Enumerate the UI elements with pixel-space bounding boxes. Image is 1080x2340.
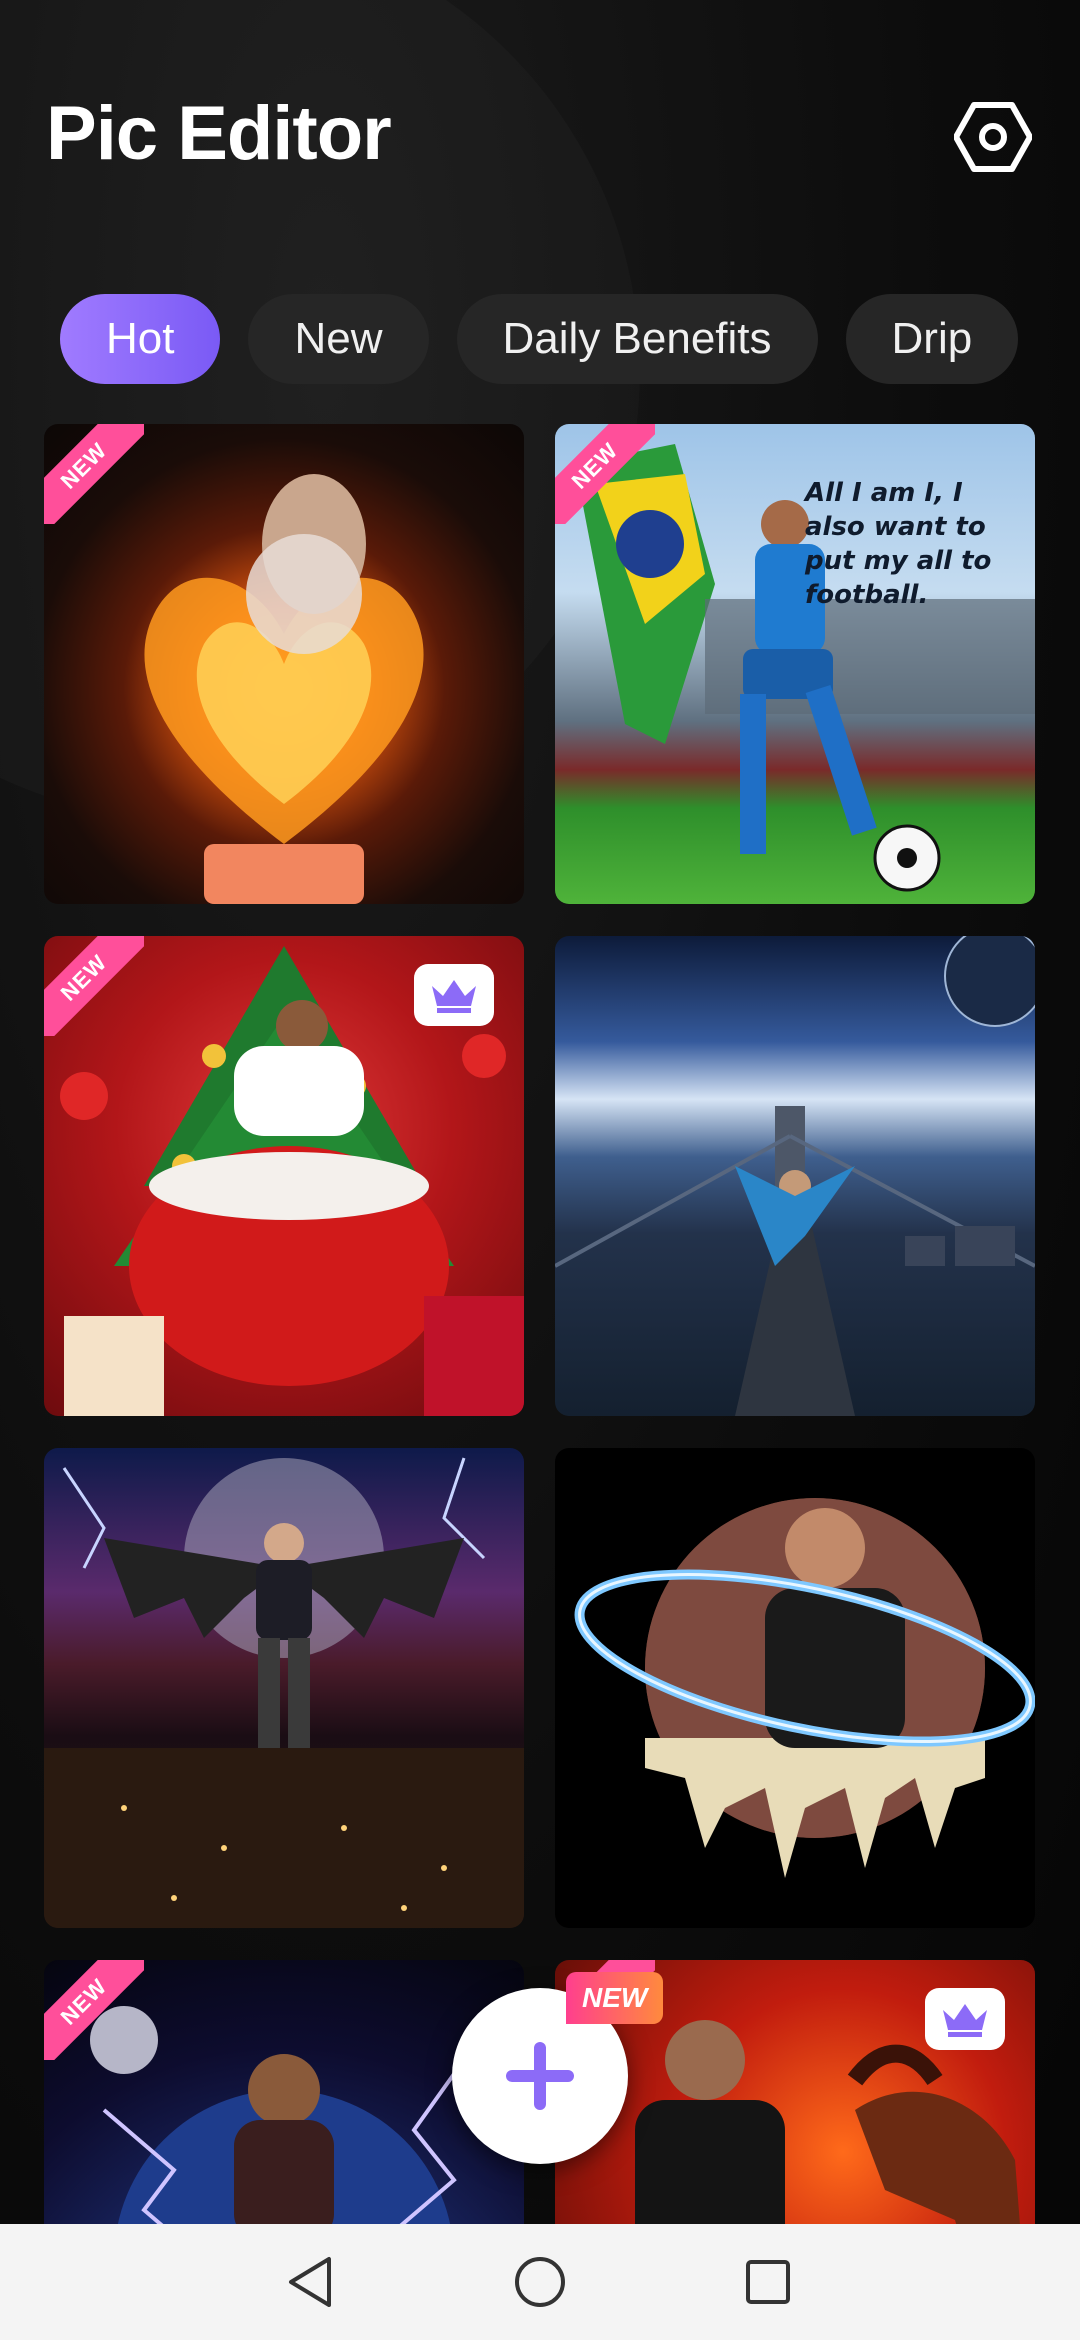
category-tabs: Hot New Daily Benefits Drip <box>60 294 1035 384</box>
back-button[interactable] <box>280 2252 340 2312</box>
recents-square-icon <box>746 2260 790 2304</box>
bat-wings-image <box>44 1457 524 1928</box>
home-circle-icon <box>515 2257 565 2307</box>
app-title: Pic Editor <box>46 91 392 176</box>
tab-daily-benefits[interactable]: Daily Benefits <box>456 294 818 384</box>
home-screen: Pic Editor Hot New Daily Benefits Drip NEW <box>0 0 1080 2340</box>
bridge-image <box>555 936 1035 1416</box>
back-triangle-icon <box>289 2257 331 2307</box>
tab-drip[interactable]: Drip <box>845 294 1019 384</box>
new-badge: NEW <box>555 424 655 524</box>
plus-icon <box>506 2042 574 2110</box>
premium-badge <box>925 1988 1005 2050</box>
template-card-planet-ring[interactable] <box>555 1448 1035 1928</box>
planet-ring-image <box>574 1498 1035 1878</box>
template-card-football[interactable]: All I am I, I also want to put my all to… <box>555 424 1035 904</box>
template-card-bat-wings[interactable] <box>44 1448 524 1928</box>
crown-icon <box>943 2004 987 2037</box>
recents-button[interactable] <box>738 2252 798 2312</box>
new-badge: NEW <box>44 424 144 524</box>
system-navigation-bar <box>0 2224 1080 2340</box>
new-badge: NEW <box>44 936 144 1036</box>
settings-hexagon-icon <box>954 102 1032 172</box>
template-card-christmas[interactable]: NEW <box>44 936 524 1416</box>
template-card-fire-heart[interactable]: NEW <box>44 424 524 904</box>
card-quote-text: All I am I, I also want to put my all to… <box>805 478 992 610</box>
app-header: Pic Editor <box>46 90 1034 190</box>
template-card-bridge[interactable] <box>555 936 1035 1416</box>
settings-button[interactable] <box>952 96 1034 178</box>
crown-icon <box>432 980 476 1013</box>
premium-badge <box>414 964 494 1026</box>
new-badge: NEW <box>44 1960 144 2060</box>
fab-new-badge: NEW <box>566 1972 664 2024</box>
tab-hot[interactable]: Hot <box>60 294 221 384</box>
tab-new[interactable]: New <box>248 294 429 384</box>
home-button[interactable] <box>510 2252 570 2312</box>
